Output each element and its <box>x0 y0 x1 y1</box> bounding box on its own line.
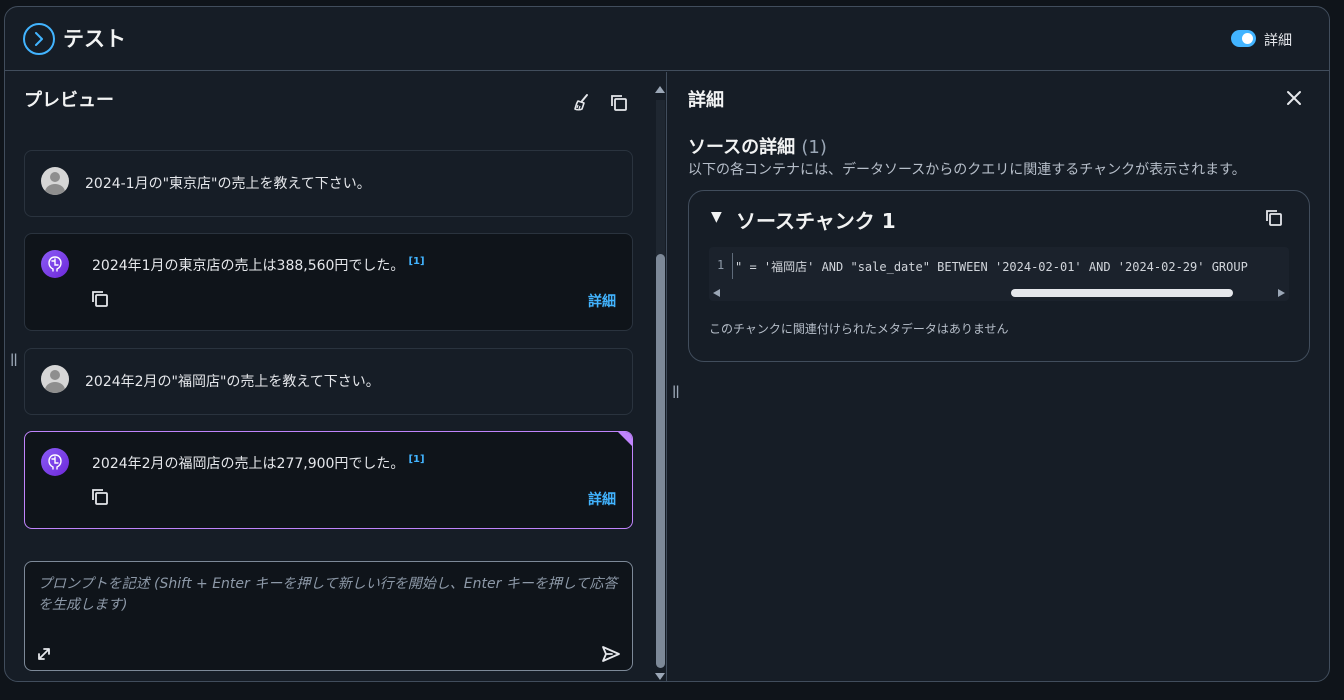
citation-link[interactable]: [1] <box>408 256 424 267</box>
chat-message-user: 2024-1月の"東京店"の売上を教えて下さい。 <box>24 150 633 217</box>
message-text: 2024年2月の福岡店の売上は277,900円でした。 [1] <box>92 454 425 472</box>
citation-link[interactable]: [1] <box>408 454 424 465</box>
details-panel: || 詳細 ソースの詳細 (1) 以下の各コンテナには、データソースからのクエリ… <box>668 72 1329 681</box>
scroll-thumb[interactable] <box>656 254 665 668</box>
page-title: テスト <box>63 27 126 51</box>
sources-description: 以下の各コンテナには、データソースからのクエリに関連するチャンクが表示されます。 <box>688 162 1246 178</box>
chunk-title[interactable]: ソースチャンク 1 <box>736 205 896 234</box>
preview-title: プレビュー <box>24 90 114 111</box>
code-gutter <box>732 253 733 279</box>
prompt-input[interactable]: プロンプトを記述 (Shift + Enter キーを押して新しい行を開始し、E… <box>24 561 633 671</box>
send-icon[interactable] <box>601 644 621 664</box>
horizontal-scrollbar[interactable] <box>709 285 1289 301</box>
prompt-placeholder: プロンプトを記述 (Shift + Enter キーを押して新しい行を開始し、E… <box>38 576 618 613</box>
scroll-down-arrow[interactable] <box>655 673 665 680</box>
close-icon[interactable] <box>1286 90 1302 106</box>
copy-icon[interactable] <box>91 290 109 308</box>
caret-down-icon[interactable]: ▼ <box>711 209 722 225</box>
chat-message-user: 2024年2月の"福岡店"の売上を教えて下さい。 <box>24 348 633 415</box>
chevron-right-icon[interactable] <box>23 23 55 55</box>
details-title: 詳細 <box>688 90 724 111</box>
bot-brain-icon <box>41 448 69 476</box>
preview-panel: プレビュー || 2024-1月の"東京店"の売上を教えて下さい。 2024年1… <box>5 72 667 681</box>
message-text: 2024年2月の"福岡店"の売上を教えて下さい。 <box>85 374 380 390</box>
broom-icon[interactable] <box>573 93 591 113</box>
message-text: 2024年1月の東京店の売上は388,560円でした。 [1] <box>92 256 425 274</box>
source-chunk-card: ▼ ソースチャンク 1 1 " = '福岡店' AND "sale_date" … <box>688 190 1310 362</box>
sources-heading: ソースの詳細 (1) <box>688 137 827 158</box>
header: テスト 詳細 <box>5 7 1329 71</box>
resize-handle-right[interactable]: || <box>672 384 680 398</box>
app-frame: テスト 詳細 プレビュー || 2024-1月の"東京店"の売上を教えて下さい。 <box>4 6 1330 682</box>
bot-brain-icon <box>41 250 69 278</box>
chat-message-assistant: 2024年1月の東京店の売上は388,560円でした。 [1] 詳細 <box>24 233 633 331</box>
scroll-left-arrow[interactable] <box>713 289 720 297</box>
details-toggle-label: 詳細 <box>1264 33 1292 49</box>
copy-icon[interactable] <box>610 94 628 112</box>
code-text: " = '福岡店' AND "sale_date" BETWEEN '2024-… <box>735 260 1248 274</box>
chunk-metadata-note: このチャンクに関連付けられたメタデータはありません <box>709 322 1009 336</box>
message-text: 2024-1月の"東京店"の売上を教えて下さい。 <box>85 176 371 192</box>
resize-handle-left[interactable]: || <box>10 352 18 366</box>
vertical-scrollbar[interactable] <box>653 84 667 681</box>
scroll-thumb-horizontal[interactable] <box>1011 289 1233 297</box>
details-toggle[interactable] <box>1231 30 1256 47</box>
sources-count: (1) <box>801 137 827 158</box>
user-avatar <box>41 365 69 393</box>
user-avatar <box>41 167 69 195</box>
expand-icon[interactable] <box>36 646 52 662</box>
copy-icon[interactable] <box>1265 209 1283 227</box>
scroll-up-arrow[interactable] <box>655 86 665 93</box>
copy-icon[interactable] <box>91 488 109 506</box>
code-block: 1 " = '福岡店' AND "sale_date" BETWEEN '202… <box>709 247 1289 301</box>
line-number: 1 <box>717 258 725 272</box>
details-link[interactable]: 詳細 <box>588 489 616 509</box>
scroll-right-arrow[interactable] <box>1278 289 1285 297</box>
chat-message-assistant-selected: 2024年2月の福岡店の売上は277,900円でした。 [1] 詳細 <box>24 431 633 529</box>
details-link[interactable]: 詳細 <box>588 291 616 311</box>
